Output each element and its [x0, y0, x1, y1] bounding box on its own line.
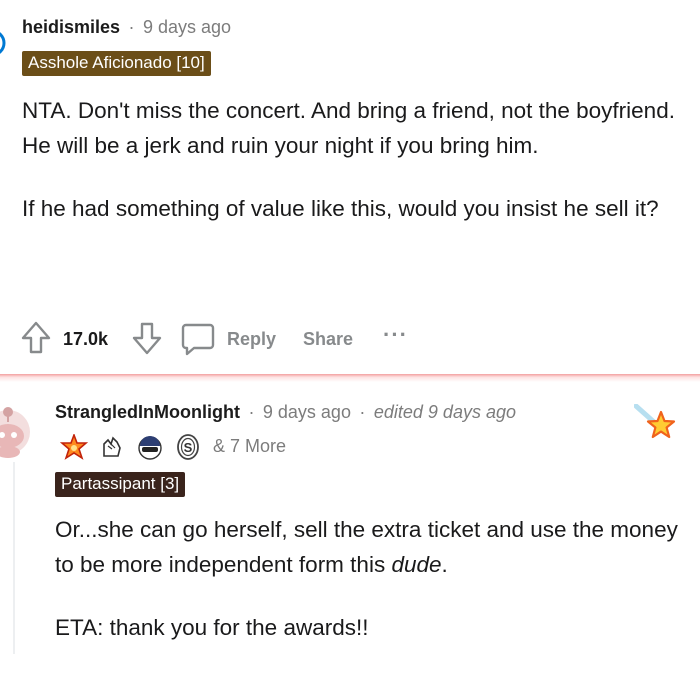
more-awards-label[interactable]: & 7 More — [213, 436, 286, 457]
comment-header: StrangledInMoonlight · 9 days ago · edit… — [55, 402, 516, 423]
shooting-star-award-icon[interactable] — [633, 403, 680, 444]
comment-paragraph: If he had something of value like this, … — [22, 196, 659, 221]
edited-timestamp: edited 9 days ago — [373, 402, 516, 422]
silver-coin-award-icon[interactable]: S — [176, 434, 200, 460]
user-flair: Partassipant [3] — [55, 472, 186, 497]
comment-header: heidismiles · 9 days ago — [22, 17, 231, 38]
timestamp[interactable]: 9 days ago — [143, 17, 231, 37]
username[interactable]: heidismiles — [22, 17, 120, 37]
helmet-award-icon[interactable] — [136, 433, 164, 461]
star-burst-award-icon[interactable] — [59, 432, 89, 460]
timestamp[interactable]: 9 days ago — [263, 402, 351, 422]
upvote-icon[interactable] — [20, 320, 52, 356]
comment-paragraph: NTA. Don't miss the concert. And bring a… — [22, 98, 675, 158]
vote-count: 17.0k — [63, 329, 109, 349]
share-button[interactable]: Share — [303, 329, 353, 350]
emphasized-word: dude — [391, 552, 442, 577]
thread-line[interactable] — [13, 462, 15, 654]
comment-body: NTA. Don't miss the concert. And bring a… — [22, 93, 682, 254]
separator: · — [248, 402, 255, 422]
separator: · — [359, 402, 366, 422]
downvote-icon[interactable] — [131, 320, 163, 356]
comment-body: Or...she can go herself, sell the extra … — [55, 512, 685, 673]
username[interactable]: StrangledInMoonlight — [55, 402, 240, 422]
reply-button[interactable]: Reply — [227, 329, 276, 350]
separator: · — [128, 17, 135, 37]
comment-paragraph: Or...she can go herself, sell the extra … — [55, 517, 678, 577]
more-options-button[interactable]: ··· — [383, 322, 408, 348]
avatar[interactable] — [0, 402, 40, 458]
comment-bubble-icon[interactable] — [180, 321, 216, 357]
hands-award-icon[interactable] — [99, 434, 125, 460]
comment-paragraph: ETA: thank you for the awards!! — [55, 615, 369, 640]
svg-text:S: S — [184, 440, 193, 455]
user-flair: Asshole Aficionado [10] — [22, 51, 211, 76]
comment-divider — [0, 374, 700, 382]
avatar[interactable] — [0, 28, 8, 58]
